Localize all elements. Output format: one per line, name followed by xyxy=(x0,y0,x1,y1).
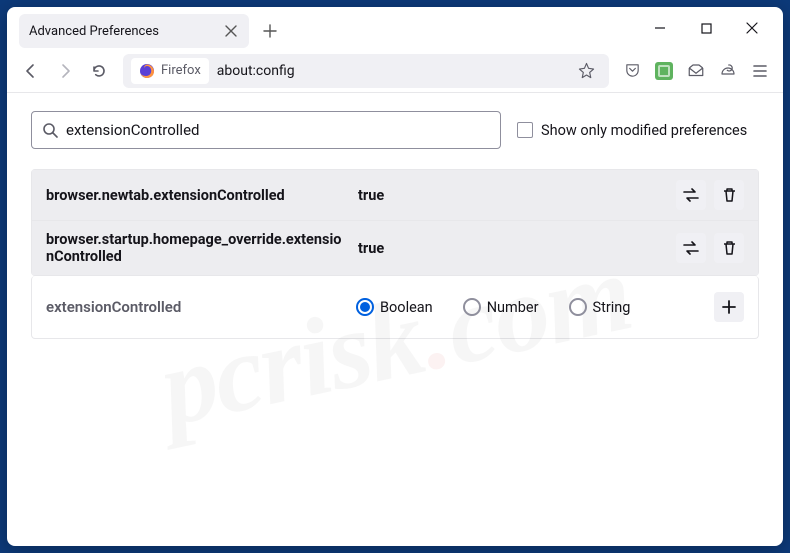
type-radio-group: Boolean Number String xyxy=(356,298,704,316)
trash-icon xyxy=(722,240,737,256)
add-preference-row: extensionControlled Boolean Number Strin… xyxy=(31,276,759,339)
page-content: pcrisk.com Show only modified preference… xyxy=(7,93,783,546)
radio-string[interactable]: String xyxy=(569,298,631,316)
identity-box[interactable]: Firefox xyxy=(131,58,209,84)
close-window-button[interactable] xyxy=(729,7,775,49)
search-box[interactable] xyxy=(31,111,501,149)
search-icon xyxy=(42,122,58,138)
search-row: Show only modified preferences xyxy=(31,111,759,149)
preference-row[interactable]: browser.startup.homepage_override.extens… xyxy=(32,221,758,275)
inbox-icon[interactable] xyxy=(681,56,711,86)
reload-button[interactable] xyxy=(83,55,115,87)
preference-value: true xyxy=(358,240,664,257)
add-button[interactable] xyxy=(714,292,744,322)
window-controls xyxy=(637,7,775,49)
identity-label: Firefox xyxy=(161,63,201,78)
plus-icon xyxy=(722,300,736,314)
preference-name: browser.newtab.extensionControlled xyxy=(46,187,346,204)
radio-icon xyxy=(463,298,481,316)
navigation-toolbar: Firefox about:config xyxy=(7,49,783,93)
toggle-button[interactable] xyxy=(676,233,706,263)
radio-number[interactable]: Number xyxy=(463,298,539,316)
preferences-table: browser.newtab.extensionControlled true … xyxy=(31,169,759,276)
delete-button[interactable] xyxy=(714,180,744,210)
maximize-button[interactable] xyxy=(683,7,729,49)
radio-icon xyxy=(569,298,587,316)
new-tab-button[interactable] xyxy=(255,16,285,46)
url-bar[interactable]: Firefox about:config xyxy=(123,54,609,88)
titlebar: Advanced Preferences xyxy=(7,7,783,49)
preference-value: true xyxy=(358,187,664,204)
menu-icon[interactable] xyxy=(745,56,775,86)
radio-label: String xyxy=(593,299,631,316)
browser-window: Advanced Preferences xyxy=(7,7,783,546)
trash-icon xyxy=(722,187,737,203)
firefox-logo-icon xyxy=(139,63,155,79)
preference-actions xyxy=(676,233,744,263)
account-icon[interactable] xyxy=(713,56,743,86)
bookmark-star-icon[interactable] xyxy=(571,56,601,86)
show-only-modified-checkbox[interactable]: Show only modified preferences xyxy=(517,122,747,139)
toggle-icon xyxy=(682,241,700,255)
new-preference-name: extensionControlled xyxy=(46,298,346,316)
back-button[interactable] xyxy=(15,55,47,87)
preference-name: browser.startup.homepage_override.extens… xyxy=(46,231,346,265)
search-input[interactable] xyxy=(66,121,490,139)
extension-icon[interactable] xyxy=(649,56,679,86)
url-text: about:config xyxy=(217,63,563,79)
radio-label: Number xyxy=(487,299,539,316)
radio-boolean[interactable]: Boolean xyxy=(356,298,433,316)
toggle-icon xyxy=(682,188,700,202)
preference-actions xyxy=(676,180,744,210)
close-tab-icon[interactable] xyxy=(223,23,239,39)
browser-tab[interactable]: Advanced Preferences xyxy=(19,14,249,48)
tab-title: Advanced Preferences xyxy=(29,24,223,39)
forward-button[interactable] xyxy=(49,55,81,87)
preference-row[interactable]: browser.newtab.extensionControlled true xyxy=(32,170,758,221)
toggle-button[interactable] xyxy=(676,180,706,210)
checkbox-label: Show only modified preferences xyxy=(541,122,747,139)
pocket-icon[interactable] xyxy=(617,56,647,86)
minimize-button[interactable] xyxy=(637,7,683,49)
checkbox-icon xyxy=(517,122,533,138)
radio-label: Boolean xyxy=(380,299,433,316)
delete-button[interactable] xyxy=(714,233,744,263)
radio-icon xyxy=(356,298,374,316)
